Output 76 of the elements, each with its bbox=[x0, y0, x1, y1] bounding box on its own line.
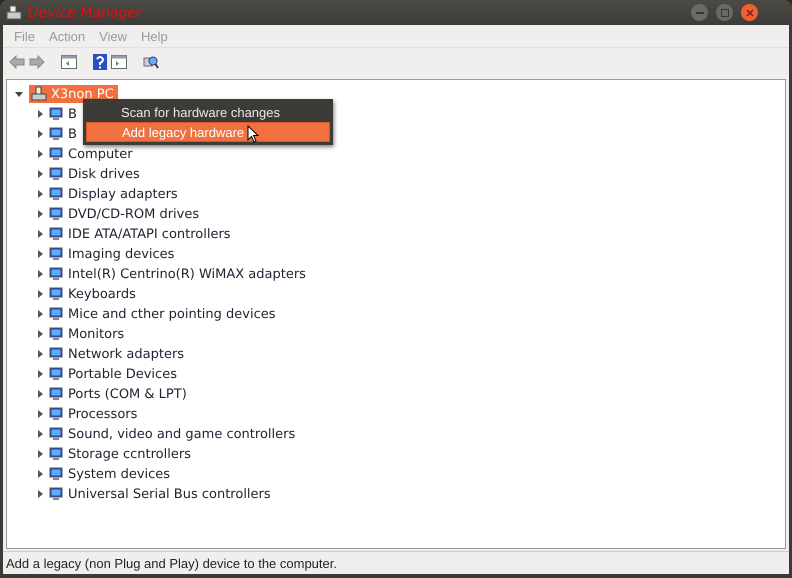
device-icon bbox=[48, 226, 64, 242]
back-icon[interactable] bbox=[9, 55, 25, 69]
expand-arrow-icon[interactable] bbox=[36, 110, 44, 118]
expand-arrow-icon[interactable] bbox=[36, 210, 44, 218]
tree-item[interactable]: Ports (COM & LPT) bbox=[68, 386, 187, 402]
expand-arrow-icon[interactable] bbox=[36, 190, 44, 198]
tree-item[interactable]: Disk drives bbox=[68, 166, 140, 182]
device-icon bbox=[48, 406, 64, 422]
expand-arrow-icon[interactable] bbox=[36, 130, 44, 138]
device-icon bbox=[48, 306, 64, 322]
expand-arrow-icon[interactable] bbox=[36, 170, 44, 178]
device-icon bbox=[48, 266, 64, 282]
status-bar: Add a legacy (non Plug and Play) device to the computer. bbox=[3, 551, 789, 574]
device-icon bbox=[48, 446, 64, 462]
cursor-icon bbox=[247, 125, 259, 143]
expand-arrow-icon[interactable] bbox=[36, 470, 44, 478]
tree-item[interactable]: Storage ccntrollers bbox=[68, 446, 191, 462]
device-icon bbox=[48, 186, 64, 202]
expand-arrow-icon[interactable] bbox=[36, 370, 44, 378]
device-icon bbox=[48, 126, 64, 142]
device-icon bbox=[48, 146, 64, 162]
computer-icon bbox=[6, 4, 22, 20]
expand-arrow-icon[interactable] bbox=[36, 410, 44, 418]
tree-item[interactable]: Sound, video and game controllers bbox=[68, 426, 296, 442]
tree-item[interactable]: Monitors bbox=[68, 326, 124, 342]
close-button[interactable] bbox=[741, 4, 758, 21]
tree-item[interactable]: Keyboards bbox=[68, 286, 136, 302]
computer-icon bbox=[31, 86, 47, 102]
tree-item[interactable]: Network adapters bbox=[68, 346, 184, 362]
device-icon bbox=[48, 326, 64, 342]
close-icon bbox=[746, 8, 754, 16]
expand-arrow-icon[interactable] bbox=[36, 270, 44, 278]
tree-item[interactable]: IDE ATA/ATAPI controllers bbox=[68, 226, 231, 242]
expand-arrow-icon[interactable] bbox=[36, 290, 44, 298]
scan-icon[interactable] bbox=[143, 54, 159, 70]
expand-arrow-icon[interactable] bbox=[36, 490, 44, 498]
help-icon[interactable] bbox=[93, 54, 107, 70]
tree-item[interactable]: Intel(R) Centrino(R) WiMAX adapters bbox=[68, 266, 306, 282]
device-icon bbox=[48, 466, 64, 482]
expand-arrow-icon[interactable] bbox=[36, 250, 44, 258]
tree-item[interactable]: System devices bbox=[68, 466, 170, 482]
device-icon bbox=[48, 366, 64, 382]
expand-arrow-icon[interactable] bbox=[36, 390, 44, 398]
panel-icon[interactable] bbox=[61, 55, 77, 69]
tree-item[interactable]: Imaging devices bbox=[68, 246, 174, 262]
expand-arrow-icon[interactable] bbox=[36, 310, 44, 318]
collapse-arrow-icon[interactable] bbox=[15, 90, 23, 98]
device-icon bbox=[48, 386, 64, 402]
tree-item[interactable]: Portable Devices bbox=[68, 366, 177, 382]
device-icon bbox=[48, 486, 64, 502]
maximize-icon bbox=[720, 8, 728, 16]
device-icon bbox=[48, 286, 64, 302]
device-icon bbox=[48, 106, 64, 122]
tree-item[interactable]: Processors bbox=[68, 406, 138, 422]
expand-arrow-icon[interactable] bbox=[36, 150, 44, 158]
expand-arrow-icon[interactable] bbox=[36, 430, 44, 438]
forward-icon[interactable] bbox=[29, 55, 45, 69]
tree-item[interactable]: Universal Serial Bus controllers bbox=[68, 486, 271, 502]
tree-item[interactable]: DVD/CD-ROM drives bbox=[68, 206, 200, 222]
window-title: Device Manager bbox=[28, 4, 142, 20]
expand-arrow-icon[interactable] bbox=[36, 350, 44, 358]
device-icon bbox=[48, 206, 64, 222]
device-icon bbox=[48, 166, 64, 182]
device-icon bbox=[48, 346, 64, 362]
expand-arrow-icon[interactable] bbox=[36, 230, 44, 238]
device-icon bbox=[48, 246, 64, 262]
tree-item[interactable]: Computer bbox=[68, 146, 133, 162]
panel-icon[interactable] bbox=[111, 55, 127, 69]
tree-item[interactable]: B bbox=[68, 106, 77, 122]
device-icon bbox=[48, 426, 64, 442]
tree-item[interactable]: Mice and cther pointing devices bbox=[68, 306, 276, 322]
expand-arrow-icon[interactable] bbox=[36, 450, 44, 458]
expand-arrow-icon[interactable] bbox=[36, 330, 44, 338]
tree-item[interactable]: B bbox=[68, 126, 77, 142]
tree-item[interactable]: Display adapters bbox=[68, 186, 178, 202]
context-menu-item[interactable]: Scan for hardware changes bbox=[86, 102, 330, 122]
